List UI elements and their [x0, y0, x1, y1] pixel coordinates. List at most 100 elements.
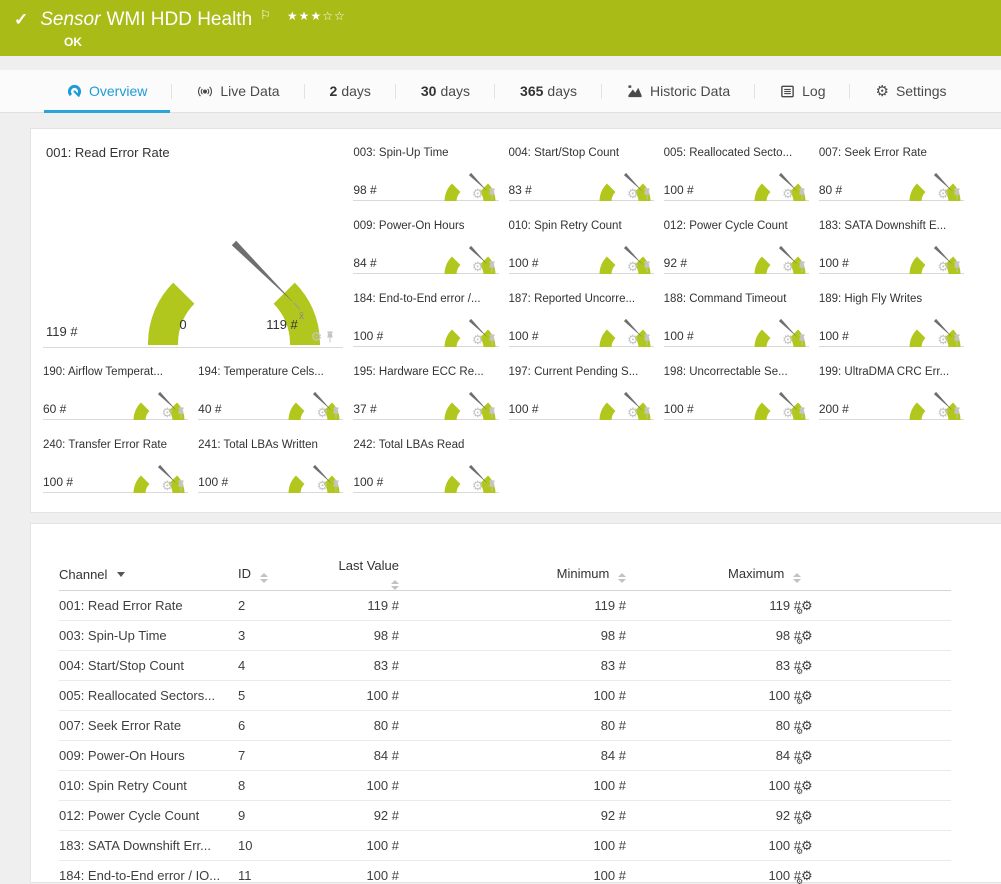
tab-365-days[interactable]: 365 days [495, 70, 602, 112]
channel-gauge-cell[interactable]: 240: Transfer Error Rate 100 # ⚙ [43, 433, 188, 493]
flag-icon[interactable]: ⚐ [260, 8, 271, 22]
pin-icon[interactable] [642, 188, 652, 200]
primary-gauge-cell[interactable]: 001: Read Error Rate x̄ 0 119 # 119 # ⚙ [43, 141, 343, 348]
gear-icon[interactable]: ⚙ [937, 333, 949, 346]
gear-icon[interactable]: ⚙ [782, 260, 794, 273]
pin-icon[interactable] [952, 261, 962, 273]
channel-gauge-cell[interactable]: 197: Current Pending S... 100 # ⚙ [509, 360, 654, 420]
gear-icon[interactable]: ⚙ [937, 406, 949, 419]
channel-gauge-cell[interactable]: 009: Power-On Hours 84 # ⚙ [353, 214, 498, 274]
channel-name[interactable]: 001: Read Error Rate [59, 591, 238, 621]
channel-row[interactable]: 003: Spin-Up Time 3 98 # 98 # 98 # ⚙⚙ [59, 621, 951, 651]
gear-icon[interactable]: ⚙ [627, 406, 639, 419]
channel-gauge-cell[interactable]: 195: Hardware ECC Re... 37 # ⚙ [353, 360, 498, 420]
tab-2-days[interactable]: 2 days [305, 70, 396, 112]
pin-icon[interactable] [642, 334, 652, 346]
channel-settings-icon[interactable]: ⚙⚙ [801, 868, 813, 884]
gear-icon[interactable]: ⚙ [627, 187, 639, 200]
column-header-minimum[interactable]: Minimum [399, 558, 626, 591]
star-filled-icon[interactable]: ★ [299, 9, 311, 23]
gear-icon[interactable]: ⚙ [937, 260, 949, 273]
gear-icon[interactable]: ⚙ [627, 260, 639, 273]
star-filled-icon[interactable]: ★ [287, 9, 299, 23]
channel-gauge-cell[interactable]: 184: End-to-End error /... 100 # ⚙ [353, 287, 498, 347]
pin-icon[interactable] [797, 188, 807, 200]
channel-name[interactable]: 012: Power Cycle Count [59, 801, 238, 831]
channel-name[interactable]: 009: Power-On Hours [59, 741, 238, 771]
gear-icon[interactable]: ⚙ [937, 187, 949, 200]
gear-icon[interactable]: ⚙ [627, 333, 639, 346]
channel-name[interactable]: 004: Start/Stop Count [59, 651, 238, 681]
gear-icon[interactable]: ⚙ [162, 479, 174, 492]
channel-name[interactable]: 005: Reallocated Sectors... [59, 681, 238, 711]
channel-settings-icon[interactable]: ⚙⚙ [801, 838, 813, 854]
channel-row[interactable]: 012: Power Cycle Count 9 92 # 92 # 92 # … [59, 801, 951, 831]
channel-gauge-cell[interactable]: 241: Total LBAs Written 100 # ⚙ [198, 433, 343, 493]
tab-settings[interactable]: ⚙ Settings [850, 70, 971, 112]
pin-icon[interactable] [176, 480, 186, 492]
channel-name[interactable]: 184: End-to-End error / IO... [59, 861, 238, 884]
pin-icon[interactable] [952, 188, 962, 200]
channel-gauge-cell[interactable]: 183: SATA Downshift E... 100 # ⚙ [819, 214, 964, 274]
tab-historic-data[interactable]: Historic Data [602, 70, 755, 112]
channel-gauge-cell[interactable]: 003: Spin-Up Time 98 # ⚙ [353, 141, 498, 201]
tab-overview[interactable]: Overview [42, 70, 172, 112]
channel-gauge-cell[interactable]: 194: Temperature Cels... 40 # ⚙ [198, 360, 343, 420]
channel-gauge-cell[interactable]: 199: UltraDMA CRC Err... 200 # ⚙ [819, 360, 964, 420]
gear-icon[interactable]: ⚙ [472, 333, 484, 346]
channel-row[interactable]: 007: Seek Error Rate 6 80 # 80 # 80 # ⚙⚙ [59, 711, 951, 741]
channel-settings-icon[interactable]: ⚙⚙ [801, 718, 813, 734]
column-header-last-value[interactable]: Last Value [337, 558, 399, 591]
channel-gauge-cell[interactable]: 190: Airflow Temperat... 60 # ⚙ [43, 360, 188, 420]
gear-icon[interactable]: ⚙ [472, 260, 484, 273]
channel-settings-icon[interactable]: ⚙⚙ [801, 808, 813, 824]
tab-30-days[interactable]: 30 days [396, 70, 495, 112]
channel-settings-icon[interactable]: ⚙⚙ [801, 748, 813, 764]
channel-name[interactable]: 003: Spin-Up Time [59, 621, 238, 651]
channel-row[interactable]: 183: SATA Downshift Err... 10 100 # 100 … [59, 831, 951, 861]
gear-icon[interactable]: ⚙ [162, 406, 174, 419]
channel-settings-icon[interactable]: ⚙⚙ [801, 628, 813, 644]
pin-icon[interactable] [487, 261, 497, 273]
pin-icon[interactable] [325, 331, 335, 343]
channel-row[interactable]: 001: Read Error Rate 2 119 # 119 # 119 #… [59, 591, 951, 621]
pin-icon[interactable] [797, 334, 807, 346]
channel-row[interactable]: 004: Start/Stop Count 4 83 # 83 # 83 # ⚙… [59, 651, 951, 681]
gear-icon[interactable]: ⚙ [472, 187, 484, 200]
channel-gauge-cell[interactable]: 198: Uncorrectable Se... 100 # ⚙ [664, 360, 809, 420]
gear-icon[interactable]: ⚙ [311, 330, 323, 343]
gear-icon[interactable]: ⚙ [317, 479, 329, 492]
channel-gauge-cell[interactable]: 242: Total LBAs Read 100 # ⚙ [353, 433, 498, 493]
channel-gauge-cell[interactable]: 007: Seek Error Rate 80 # ⚙ [819, 141, 964, 201]
gear-icon[interactable]: ⚙ [472, 406, 484, 419]
channel-name[interactable]: 007: Seek Error Rate [59, 711, 238, 741]
column-header-id[interactable]: ID [238, 558, 337, 591]
pin-icon[interactable] [487, 334, 497, 346]
gear-icon[interactable]: ⚙ [317, 406, 329, 419]
channel-row[interactable]: 010: Spin Retry Count 8 100 # 100 # 100 … [59, 771, 951, 801]
channel-name[interactable]: 010: Spin Retry Count [59, 771, 238, 801]
pin-icon[interactable] [487, 480, 497, 492]
gear-icon[interactable]: ⚙ [782, 406, 794, 419]
star-empty-icon[interactable]: ☆ [334, 9, 346, 23]
channel-gauge-cell[interactable]: 010: Spin Retry Count 100 # ⚙ [509, 214, 654, 274]
gear-icon[interactable]: ⚙ [472, 479, 484, 492]
pin-icon[interactable] [487, 188, 497, 200]
pin-icon[interactable] [952, 407, 962, 419]
channel-row[interactable]: 184: End-to-End error / IO... 11 100 # 1… [59, 861, 951, 884]
channel-settings-icon[interactable]: ⚙⚙ [801, 598, 813, 614]
channel-settings-icon[interactable]: ⚙⚙ [801, 778, 813, 794]
pin-icon[interactable] [797, 261, 807, 273]
channel-gauge-cell[interactable]: 188: Command Timeout 100 # ⚙ [664, 287, 809, 347]
tab-log[interactable]: Log [755, 70, 850, 112]
gear-icon[interactable]: ⚙ [782, 333, 794, 346]
channel-settings-icon[interactable]: ⚙⚙ [801, 658, 813, 674]
star-filled-icon[interactable]: ★ [310, 9, 322, 23]
channel-gauge-cell[interactable]: 189: High Fly Writes 100 # ⚙ [819, 287, 964, 347]
column-header-channel[interactable]: Channel [59, 558, 238, 591]
star-empty-icon[interactable]: ☆ [322, 9, 334, 23]
pin-icon[interactable] [642, 261, 652, 273]
pin-icon[interactable] [331, 480, 341, 492]
channel-settings-icon[interactable]: ⚙⚙ [801, 688, 813, 704]
pin-icon[interactable] [487, 407, 497, 419]
